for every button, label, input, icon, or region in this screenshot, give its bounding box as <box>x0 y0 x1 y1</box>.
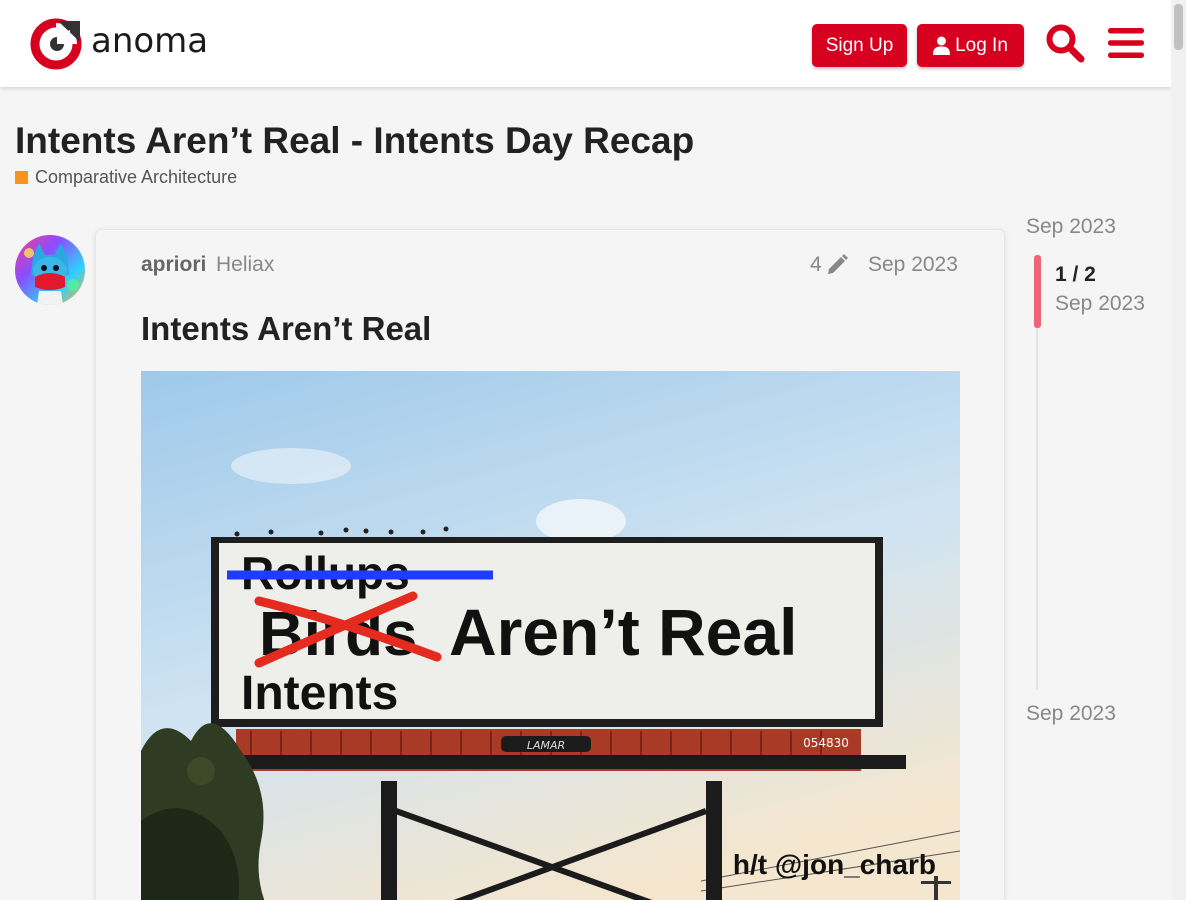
timeline-position: 1 / 2 <box>1055 263 1096 286</box>
avatar-image <box>15 235 85 305</box>
edit-history-button[interactable]: 4 <box>810 253 848 277</box>
scrollbar-thumb[interactable] <box>1174 4 1183 50</box>
post-heading: Intents Aren’t Real <box>141 310 432 347</box>
post-user-title: Heliax <box>216 253 275 276</box>
billboard-brand: LAMAR <box>527 739 565 752</box>
site-header: anoma Sign Up Log In <box>0 0 1171 87</box>
category-badge[interactable]: Comparative Architecture <box>15 167 237 188</box>
page-scrollbar[interactable] <box>1171 0 1186 900</box>
timeline-end-date[interactable]: Sep 2023 <box>1026 702 1116 726</box>
category-color-swatch <box>15 171 28 184</box>
timeline-handle-date: Sep 2023 <box>1055 292 1145 315</box>
search-icon <box>1046 24 1085 63</box>
sign-up-button[interactable]: Sign Up <box>812 24 907 67</box>
billboard-illustration: LAMAR 054830 Rollups Birds Aren’t Real I… <box>141 371 960 900</box>
avatar[interactable] <box>15 235 85 305</box>
post-date[interactable]: Sep 2023 <box>868 253 958 277</box>
billboard-credit: h/t @jon_charb <box>733 849 936 880</box>
post-card: apriori Heliax 4 Sep 2023 Intents Aren’t… <box>95 229 1005 900</box>
post-username[interactable]: apriori <box>141 253 206 277</box>
site-logo[interactable]: anoma <box>30 18 208 70</box>
topic-title[interactable]: Intents Aren’t Real - Intents Day Recap <box>15 120 694 162</box>
hamburger-menu-icon <box>1108 28 1144 58</box>
search-button[interactable] <box>1042 20 1088 66</box>
edit-count: 4 <box>810 253 822 276</box>
timeline-scroll-handle[interactable] <box>1034 255 1041 328</box>
pencil-icon <box>827 254 848 274</box>
log-in-button[interactable]: Log In <box>917 24 1024 67</box>
timeline-start-date[interactable]: Sep 2023 <box>1026 215 1116 239</box>
billboard-intents-text: Intents <box>241 667 398 720</box>
user-icon <box>933 36 951 55</box>
billboard-panel-number: 054830 <box>803 736 849 750</box>
billboard-image[interactable]: LAMAR 054830 Rollups Birds Aren’t Real I… <box>141 371 960 900</box>
hamburger-menu-button[interactable] <box>1103 20 1149 66</box>
category-name: Comparative Architecture <box>35 167 238 187</box>
anoma-logo-icon <box>30 18 82 70</box>
billboard-main-text: Aren’t Real <box>449 595 797 669</box>
log-in-label: Log In <box>955 34 1008 56</box>
logo-wordmark: anoma <box>91 21 209 61</box>
